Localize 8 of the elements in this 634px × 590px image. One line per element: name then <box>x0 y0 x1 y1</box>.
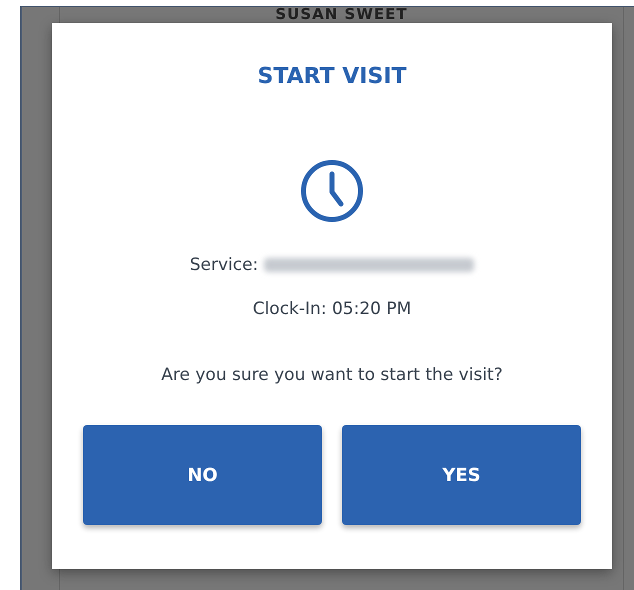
clock-in-time: Clock-In: 05:20 PM <box>252 298 412 321</box>
no-button[interactable]: NO <box>83 425 322 525</box>
confirm-question: Are you sure you want to start the visit? <box>161 364 503 387</box>
client-name: SUSAN SWEET <box>275 7 408 22</box>
service-label: Service: <box>190 254 258 277</box>
yes-button[interactable]: YES <box>342 425 581 525</box>
dialog-title: START VISIT <box>257 63 407 91</box>
clock-icon <box>300 159 364 223</box>
